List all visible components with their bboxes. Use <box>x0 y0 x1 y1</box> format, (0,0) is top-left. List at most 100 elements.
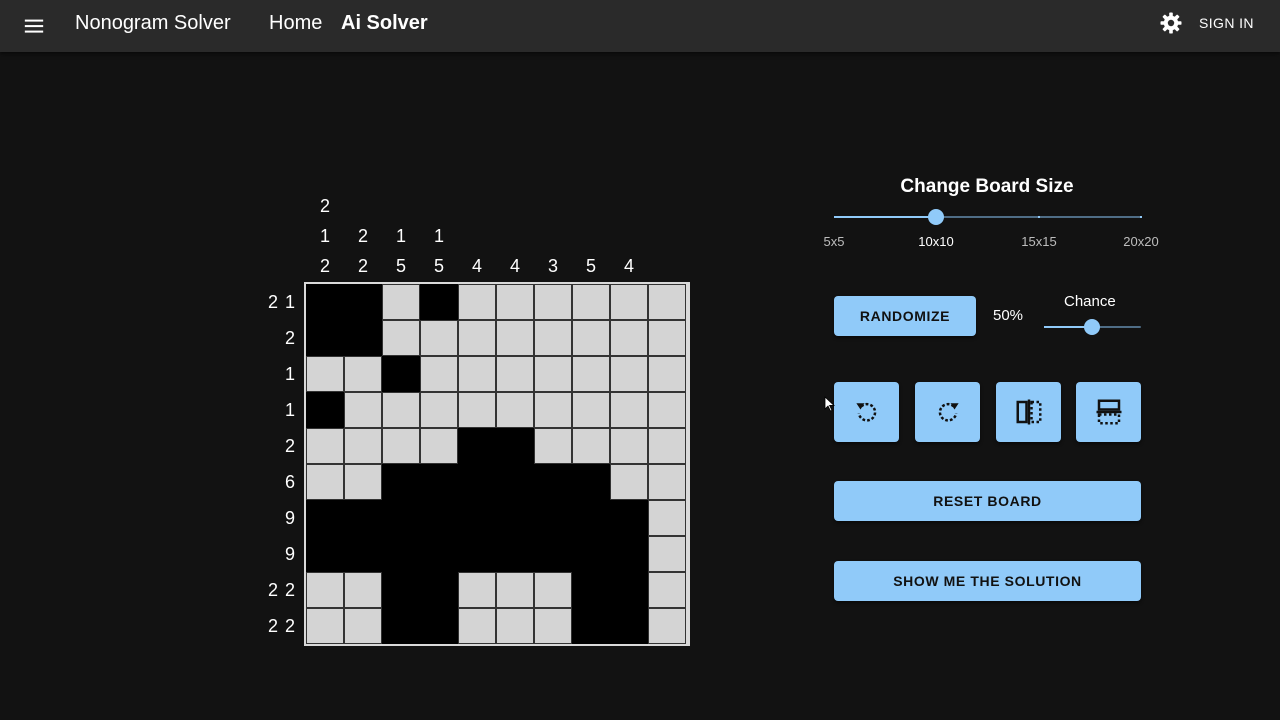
board-cell[interactable] <box>344 536 382 572</box>
board-cell[interactable] <box>496 500 534 536</box>
board-cell[interactable] <box>306 500 344 536</box>
board-cell[interactable] <box>420 392 458 428</box>
board-cell[interactable] <box>610 320 648 356</box>
board-cell[interactable] <box>382 536 420 572</box>
board-cell[interactable] <box>610 572 648 608</box>
board-cell[interactable] <box>344 392 382 428</box>
show-solution-button[interactable]: SHOW ME THE SOLUTION <box>834 561 1141 601</box>
board-cell[interactable] <box>306 572 344 608</box>
board-cell[interactable] <box>496 464 534 500</box>
board-cell[interactable] <box>648 536 686 572</box>
size-mark-20x20[interactable]: 20x20 <box>1123 234 1158 249</box>
gear-icon[interactable] <box>1159 11 1183 35</box>
board-cell[interactable] <box>534 464 572 500</box>
board-cell[interactable] <box>306 320 344 356</box>
board-cell[interactable] <box>458 500 496 536</box>
board-cell[interactable] <box>382 284 420 320</box>
board-cell[interactable] <box>572 608 610 644</box>
board-cell[interactable] <box>458 320 496 356</box>
board-cell[interactable] <box>344 428 382 464</box>
board-cell[interactable] <box>306 464 344 500</box>
board-cell[interactable] <box>382 608 420 644</box>
board-cell[interactable] <box>496 356 534 392</box>
board-cell[interactable] <box>458 572 496 608</box>
board-cell[interactable] <box>306 392 344 428</box>
board-cell[interactable] <box>382 320 420 356</box>
board-cell[interactable] <box>458 464 496 500</box>
rotate-left-button[interactable] <box>834 382 899 442</box>
board-cell[interactable] <box>382 392 420 428</box>
board-cell[interactable] <box>496 320 534 356</box>
board-cell[interactable] <box>420 464 458 500</box>
board-cell[interactable] <box>648 500 686 536</box>
board-cell[interactable] <box>420 356 458 392</box>
size-mark-10x10[interactable]: 10x10 <box>918 234 953 249</box>
board-cell[interactable] <box>496 428 534 464</box>
board-cell[interactable] <box>420 428 458 464</box>
board-cell[interactable] <box>648 428 686 464</box>
board-cell[interactable] <box>648 392 686 428</box>
board-cell[interactable] <box>344 464 382 500</box>
board-cell[interactable] <box>458 428 496 464</box>
board-cell[interactable] <box>344 500 382 536</box>
board-cell[interactable] <box>610 356 648 392</box>
board-cell[interactable] <box>382 464 420 500</box>
board-cell[interactable] <box>344 320 382 356</box>
board-cell[interactable] <box>572 536 610 572</box>
nav-ai-solver-link[interactable]: Ai Solver <box>341 12 428 35</box>
board-cell[interactable] <box>572 428 610 464</box>
reset-board-button[interactable]: RESET BOARD <box>834 481 1141 521</box>
board-cell[interactable] <box>344 356 382 392</box>
board-cell[interactable] <box>572 572 610 608</box>
rotate-right-button[interactable] <box>915 382 980 442</box>
board-cell[interactable] <box>610 464 648 500</box>
board-cell[interactable] <box>648 320 686 356</box>
board-cell[interactable] <box>382 356 420 392</box>
board-cell[interactable] <box>572 500 610 536</box>
board-cell[interactable] <box>572 464 610 500</box>
sign-in-button[interactable]: SIGN IN <box>1199 15 1254 31</box>
board-cell[interactable] <box>344 284 382 320</box>
board-cell[interactable] <box>572 284 610 320</box>
board-cell[interactable] <box>572 356 610 392</box>
board-cell[interactable] <box>344 608 382 644</box>
board-cell[interactable] <box>496 572 534 608</box>
board-cell[interactable] <box>534 356 572 392</box>
flip-vertical-button[interactable] <box>1076 382 1141 442</box>
board-cell[interactable] <box>420 284 458 320</box>
board-cell[interactable] <box>306 536 344 572</box>
board-cell[interactable] <box>534 320 572 356</box>
board-cell[interactable] <box>458 356 496 392</box>
board-cell[interactable] <box>534 608 572 644</box>
board-cell[interactable] <box>458 284 496 320</box>
chance-slider-thumb[interactable] <box>1084 319 1100 335</box>
board-cell[interactable] <box>306 284 344 320</box>
board-cell[interactable] <box>420 320 458 356</box>
board-cell[interactable] <box>534 428 572 464</box>
board-cell[interactable] <box>306 356 344 392</box>
board-cell[interactable] <box>420 572 458 608</box>
board-cell[interactable] <box>306 608 344 644</box>
board-cell[interactable] <box>610 500 648 536</box>
board-cell[interactable] <box>306 428 344 464</box>
board-cell[interactable] <box>648 356 686 392</box>
board-cell[interactable] <box>648 284 686 320</box>
board-cell[interactable] <box>534 392 572 428</box>
board-cell[interactable] <box>534 284 572 320</box>
board-cell[interactable] <box>420 608 458 644</box>
board-cell[interactable] <box>534 572 572 608</box>
board-cell[interactable] <box>420 536 458 572</box>
board-cell[interactable] <box>382 500 420 536</box>
board-cell[interactable] <box>344 572 382 608</box>
board-cell[interactable] <box>610 428 648 464</box>
board-cell[interactable] <box>572 320 610 356</box>
board-cell[interactable] <box>458 536 496 572</box>
board-cell[interactable] <box>458 608 496 644</box>
board-cell[interactable] <box>496 536 534 572</box>
size-mark-15x15[interactable]: 15x15 <box>1021 234 1056 249</box>
board-cell[interactable] <box>610 608 648 644</box>
board-cell[interactable] <box>648 464 686 500</box>
board-cell[interactable] <box>382 428 420 464</box>
board-cell[interactable] <box>496 392 534 428</box>
menu-icon[interactable] <box>23 15 45 37</box>
